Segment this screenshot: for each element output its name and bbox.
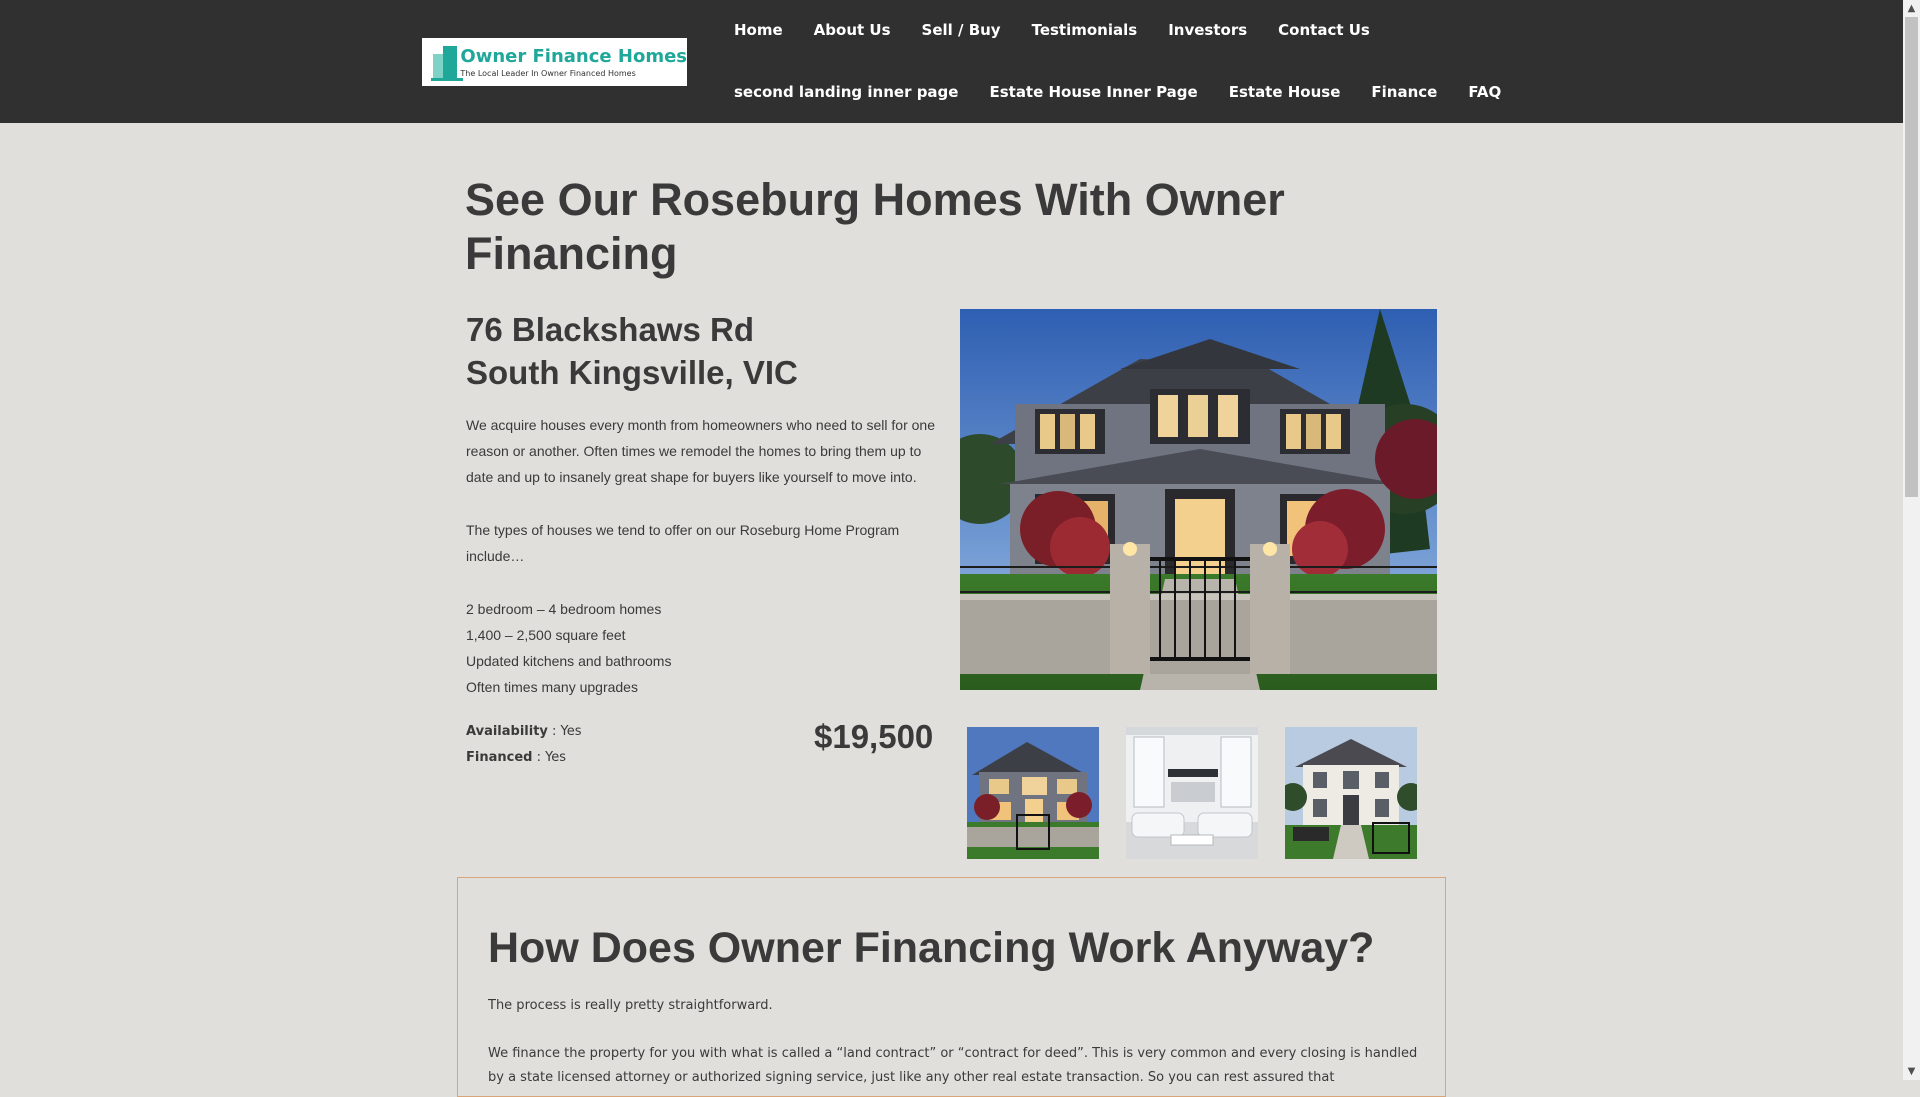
nav-link-sell-buy[interactable]: Sell / Buy xyxy=(922,21,1001,39)
types-paragraph: The types of houses we tend to offer on … xyxy=(466,522,900,564)
primary-nav-row-2: second landing inner page Estate House I… xyxy=(734,80,1532,104)
availability-value: : Yes xyxy=(547,724,582,739)
feature-item: 1,400 – 2,500 square feet xyxy=(466,627,626,643)
feature-item: Often times many upgrades xyxy=(466,679,638,695)
financed-row: Financed : Yes xyxy=(466,745,582,771)
site-header: Owner Finance Homes The Local Leader In … xyxy=(0,0,1903,123)
nav-link-home[interactable]: Home xyxy=(734,21,783,39)
thumbnail-exterior-front[interactable] xyxy=(967,727,1099,859)
nav-link-estate-house-inner-page[interactable]: Estate House Inner Page xyxy=(989,83,1197,101)
intro-paragraph: We acquire houses every month from homeo… xyxy=(466,417,935,485)
owner-financing-detail: We finance the property for you with wha… xyxy=(488,1046,1418,1085)
main-house-photo[interactable] xyxy=(960,309,1437,690)
feature-item: 2 bedroom – 4 bedroom homes xyxy=(466,601,662,617)
nav-link-about-us[interactable]: About Us xyxy=(814,21,891,39)
house-logo-icon xyxy=(431,43,463,81)
scroll-down-arrow-icon[interactable]: ▼ xyxy=(1903,1063,1920,1080)
site-logo[interactable]: Owner Finance Homes The Local Leader In … xyxy=(422,38,687,86)
thumbnail-exterior-white-house[interactable] xyxy=(1285,727,1417,859)
page-title: See Our Roseburg Homes With Owner Financ… xyxy=(465,174,1285,279)
availability-label: Availability xyxy=(466,724,548,739)
nav-link-estate-house[interactable]: Estate House xyxy=(1229,83,1341,101)
owner-financing-section: How Does Owner Financing Work Anyway? Th… xyxy=(457,877,1446,1097)
thumbnail-living-room[interactable] xyxy=(1126,727,1258,859)
owner-financing-intro: The process is really pretty straightfor… xyxy=(488,998,773,1013)
address-street: 76 Blackshaws Rd xyxy=(466,311,754,348)
scroll-up-arrow-icon[interactable]: ▲ xyxy=(1903,0,1920,17)
logo-title: Owner Finance Homes xyxy=(460,45,687,67)
logo-tagline: The Local Leader In Owner Financed Homes xyxy=(460,68,636,78)
property-address: 76 Blackshaws Rd South Kingsville, VIC xyxy=(466,308,798,394)
nav-link-investors[interactable]: Investors xyxy=(1168,21,1247,39)
property-meta: Availability : Yes Financed : Yes xyxy=(466,719,582,771)
nav-link-contact-us[interactable]: Contact Us xyxy=(1278,21,1370,39)
financed-value: : Yes xyxy=(532,750,567,765)
address-city: South Kingsville, VIC xyxy=(466,354,798,391)
page-scrollbar[interactable]: ▲ ▼ xyxy=(1903,0,1920,1080)
nav-link-second-landing-inner-page[interactable]: second landing inner page xyxy=(734,83,958,101)
primary-nav-row-1: Home About Us Sell / Buy Testimonials In… xyxy=(734,18,1401,42)
feature-item: Updated kitchens and bathrooms xyxy=(466,653,672,669)
financed-label: Financed xyxy=(466,750,533,765)
scroll-thumb[interactable] xyxy=(1905,17,1918,497)
nav-link-faq[interactable]: FAQ xyxy=(1468,83,1501,101)
feature-list: 2 bedroom – 4 bedroom homes 1,400 – 2,50… xyxy=(466,596,671,700)
owner-financing-heading: How Does Owner Financing Work Anyway? xyxy=(488,924,1375,972)
nav-link-finance[interactable]: Finance xyxy=(1371,83,1437,101)
availability-row: Availability : Yes xyxy=(466,719,582,745)
property-price: $19,500 xyxy=(814,718,934,755)
nav-link-testimonials[interactable]: Testimonials xyxy=(1032,21,1138,39)
